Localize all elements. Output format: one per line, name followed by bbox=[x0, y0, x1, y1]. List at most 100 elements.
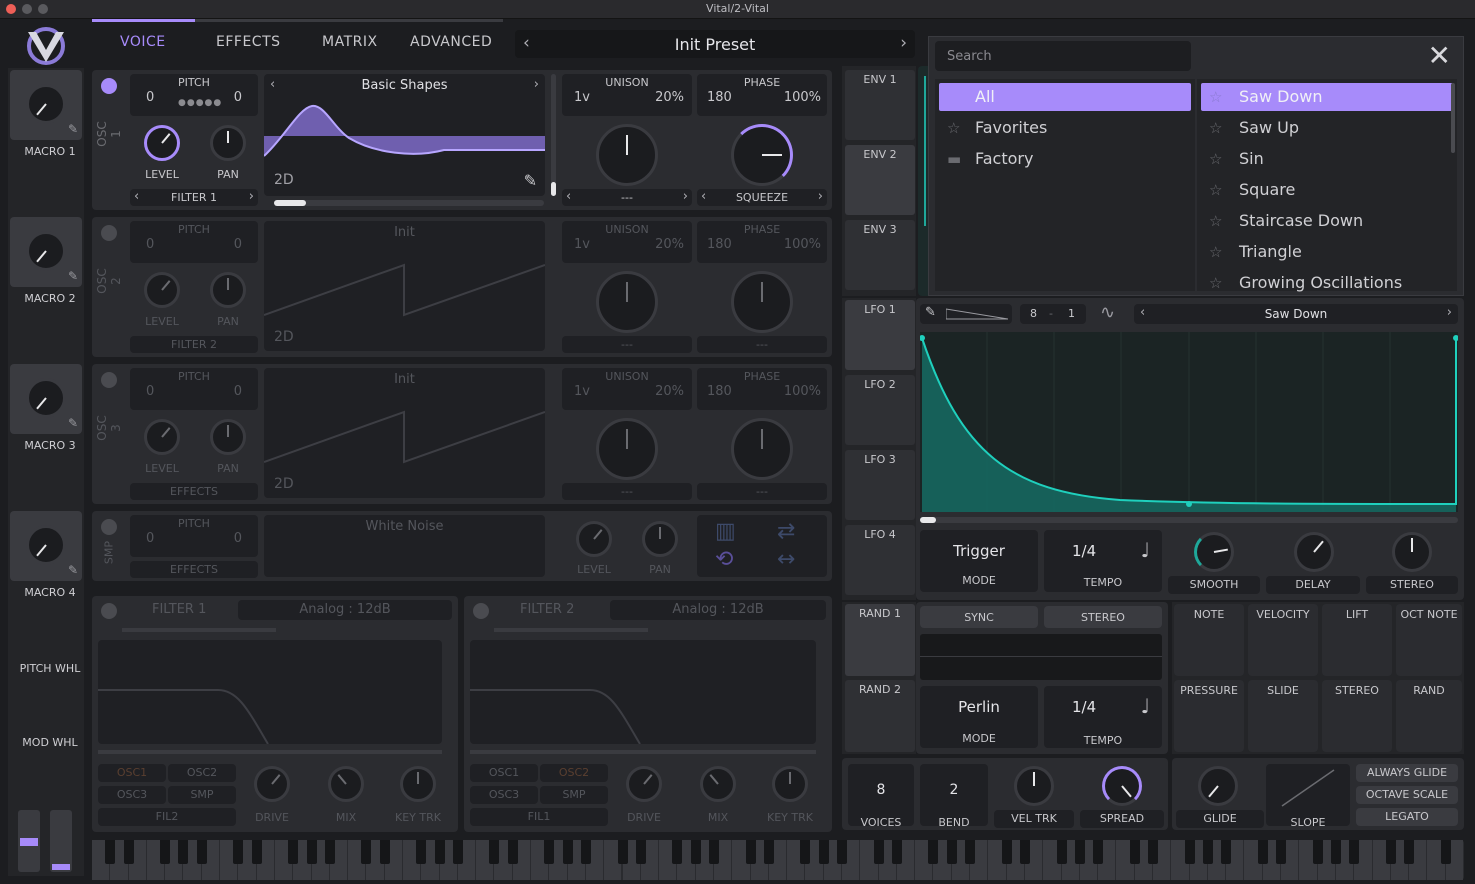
star-icon[interactable]: ☆ bbox=[1209, 269, 1229, 297]
osc-3-phase-knob[interactable] bbox=[731, 418, 793, 480]
lfo-smooth-knob[interactable] bbox=[1194, 532, 1234, 572]
mod-source-stereo[interactable]: STEREO bbox=[1322, 680, 1392, 752]
osc-2-tune-value[interactable]: 0 bbox=[234, 237, 242, 252]
close-icon[interactable]: ✕ bbox=[1428, 39, 1451, 72]
sample-transpose-value[interactable]: 0 bbox=[146, 531, 154, 546]
filter-2-blend-slider[interactable] bbox=[494, 628, 648, 632]
mod-source-slide[interactable]: SLIDE bbox=[1248, 680, 1318, 752]
star-icon[interactable]: ☆ bbox=[1209, 145, 1229, 173]
piano-black-key[interactable] bbox=[489, 840, 500, 864]
osc-3-pan-knob[interactable] bbox=[210, 419, 246, 455]
osc-2-phase-box[interactable]: PHASE 180 100% bbox=[697, 221, 827, 263]
piano-black-key[interactable] bbox=[1202, 840, 1213, 864]
piano-black-key[interactable] bbox=[617, 840, 628, 864]
filter-1-drive-knob[interactable] bbox=[254, 766, 290, 802]
browser-search-input[interactable]: Search bbox=[935, 41, 1191, 71]
filter-2-model-selector[interactable]: Analog : 12dB bbox=[610, 600, 826, 620]
rand-2-tab[interactable]: RAND 2 bbox=[845, 680, 915, 752]
sample-pitch-box[interactable]: PITCH 0 0 bbox=[130, 515, 258, 557]
piano-black-key[interactable] bbox=[1184, 840, 1195, 864]
osc-1-phase-value[interactable]: 180 bbox=[707, 90, 732, 105]
osc-3-power-toggle[interactable] bbox=[101, 372, 117, 388]
mod-source-oct-note[interactable]: OCT NOTE bbox=[1396, 604, 1462, 676]
env-1-tab[interactable]: ENV 1 bbox=[845, 70, 915, 140]
folder-factory[interactable]: ▬ Factory bbox=[939, 145, 1191, 173]
osc-2-phase-dest[interactable]: --- bbox=[697, 336, 827, 353]
osc-2-unison-voices[interactable]: 1v bbox=[574, 237, 590, 252]
macro-2-knob-area[interactable]: ✎ bbox=[10, 217, 82, 287]
piano-black-key[interactable] bbox=[251, 840, 262, 864]
osc-2-power-toggle[interactable] bbox=[101, 225, 117, 241]
osc-2-phase-amount[interactable]: 100% bbox=[784, 237, 821, 252]
star-icon[interactable]: ☆ bbox=[1209, 176, 1229, 204]
osc-3-unison-dest[interactable]: --- bbox=[562, 483, 692, 500]
rand-1-tab[interactable]: RAND 1 bbox=[845, 604, 915, 676]
bounce-icon[interactable]: ↔ bbox=[777, 547, 795, 572]
osc-1-phase-dest[interactable]: ‹ › SQUEEZE bbox=[697, 189, 827, 206]
osc-3-phase-amount[interactable]: 100% bbox=[784, 384, 821, 399]
tab-matrix[interactable]: MATRIX bbox=[322, 34, 378, 50]
voices-selector[interactable]: 8 VOICES bbox=[848, 764, 914, 829]
filter-2-power-toggle[interactable] bbox=[473, 603, 489, 619]
piano-black-key[interactable] bbox=[324, 840, 335, 864]
star-icon[interactable]: ☆ bbox=[1209, 114, 1229, 142]
keyboard[interactable] bbox=[92, 840, 1464, 880]
sample-level-knob[interactable] bbox=[576, 521, 612, 557]
sample-destination[interactable]: EFFECTS bbox=[130, 561, 258, 578]
folder-favorites[interactable]: ☆ Favorites bbox=[939, 114, 1191, 142]
list-item[interactable]: ☆ Saw Up bbox=[1201, 114, 1453, 142]
macro-2-knob[interactable] bbox=[26, 231, 66, 271]
osc-2-pan-knob[interactable] bbox=[210, 272, 246, 308]
piano-black-key[interactable] bbox=[288, 840, 299, 864]
osc-3-unison-box[interactable]: UNISON 1v 20% bbox=[562, 368, 692, 410]
shuffle-icon[interactable]: ⇄ bbox=[777, 519, 795, 544]
filter-2-mix-knob[interactable] bbox=[700, 766, 736, 802]
filter-2-src-smp[interactable]: SMP bbox=[540, 786, 608, 804]
osc-2-transpose-value[interactable]: 0 bbox=[146, 237, 154, 252]
filter-2-keytrk-knob[interactable] bbox=[772, 766, 808, 802]
macro-1-knob-area[interactable]: ✎ bbox=[10, 70, 82, 140]
osc-2-pitch-box[interactable]: PITCH 0 0 bbox=[130, 221, 258, 263]
lfo-4-tab[interactable]: LFO 4 bbox=[845, 525, 915, 595]
osc-3-mode[interactable]: 2D bbox=[274, 476, 294, 492]
browser-scrollbar[interactable] bbox=[1451, 83, 1455, 153]
spread-knob[interactable] bbox=[1102, 766, 1142, 806]
mod-source-rand[interactable]: RAND bbox=[1396, 680, 1462, 752]
rand-mode-selector[interactable]: Perlin MODE bbox=[920, 686, 1038, 748]
lfo-stereo-knob[interactable] bbox=[1392, 532, 1432, 572]
osc-1-unison-knob[interactable] bbox=[596, 124, 658, 186]
piano-black-key[interactable] bbox=[507, 840, 518, 864]
pencil-icon[interactable]: ✎ bbox=[68, 416, 78, 430]
osc-3-phase-dest[interactable]: --- bbox=[697, 483, 827, 500]
piano-black-key[interactable] bbox=[690, 840, 701, 864]
mod-source-pressure[interactable]: PRESSURE bbox=[1174, 680, 1244, 752]
osc-2-phase-knob[interactable] bbox=[731, 271, 793, 333]
piano-black-key[interactable] bbox=[946, 840, 957, 864]
osc-1-tune-value[interactable]: 0 bbox=[234, 90, 242, 105]
piano-black-key[interactable] bbox=[1001, 840, 1012, 864]
mod-source-lift[interactable]: LIFT bbox=[1322, 604, 1392, 676]
osc-1-wavetable-display[interactable]: ‹ › Basic Shapes 2D ✎ bbox=[264, 74, 545, 196]
filter-2-src-osc3[interactable]: OSC3 bbox=[470, 786, 538, 804]
octave-scale-toggle[interactable]: OCTAVE SCALE bbox=[1356, 786, 1458, 804]
filter-2-cutoff-slider[interactable] bbox=[470, 750, 816, 754]
piano-black-key[interactable] bbox=[160, 840, 171, 864]
lfo-curve-display[interactable] bbox=[920, 332, 1458, 512]
rand-tempo-selector[interactable]: 1/4 ♩ TEMPO bbox=[1044, 686, 1162, 748]
sample-display[interactable]: White Noise bbox=[264, 515, 545, 577]
macro-3-knob-area[interactable]: ✎ bbox=[10, 364, 82, 434]
osc-1-unison-detune[interactable]: 20% bbox=[655, 90, 684, 105]
piano-black-key[interactable] bbox=[178, 840, 189, 864]
piano-black-key[interactable] bbox=[1129, 840, 1140, 864]
piano-black-key[interactable] bbox=[891, 840, 902, 864]
osc-3-unison-voices[interactable]: 1v bbox=[574, 384, 590, 399]
env-3-tab[interactable]: ENV 3 bbox=[845, 220, 915, 290]
smooth-curve-icon[interactable]: ∿ bbox=[1100, 302, 1115, 323]
osc-2-mode[interactable]: 2D bbox=[274, 329, 294, 345]
osc-2-destination[interactable]: FILTER 2 bbox=[130, 336, 258, 353]
osc-1-phase-knob[interactable] bbox=[731, 124, 793, 186]
piano-black-key[interactable] bbox=[562, 840, 573, 864]
list-item[interactable]: ☆ Triangle bbox=[1201, 238, 1453, 266]
osc-2-unison-knob[interactable] bbox=[596, 271, 658, 333]
lfo-tempo-selector[interactable]: 1/4 ♩ TEMPO bbox=[1044, 530, 1162, 592]
